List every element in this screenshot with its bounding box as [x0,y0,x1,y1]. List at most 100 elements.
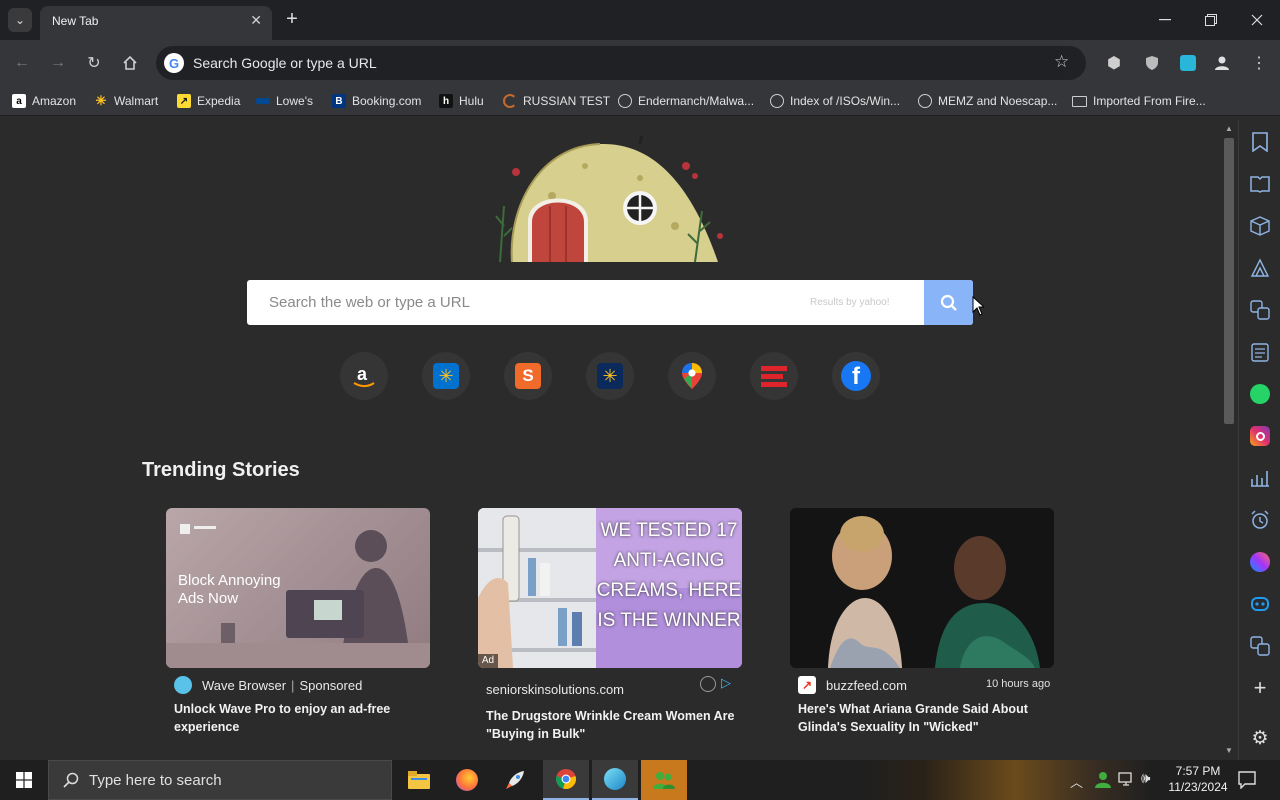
address-bar[interactable]: G Search Google or type a URL ☆ [156,46,1086,80]
translate-icon[interactable] [1248,298,1272,322]
story-image-text: WE TESTED 17 ANTI-AGING CREAMS, HERE IS … [596,520,742,631]
network-icon[interactable] [1118,771,1136,792]
add-sidebar-app-icon[interactable]: + [1248,675,1272,700]
wave-browser-icon [174,676,192,694]
tab-strip: ⌄ New Tab ✕ + [0,0,1280,40]
scroll-up-icon[interactable]: ▲ [1225,124,1233,133]
bookmark-expedia[interactable]: ↗ Expedia [177,92,240,110]
notes-icon[interactable] [1248,340,1272,364]
ad-label: Ad [478,654,498,668]
wave-browser-icon [604,768,626,790]
taskbar-search-box[interactable]: Type here to search [48,760,392,800]
forward-arrow-icon: → [50,54,66,71]
shortcut-google-maps[interactable] [668,352,716,400]
bookmark-booking[interactable]: B Booking.com [332,92,421,110]
whatsapp-icon[interactable] [1248,382,1272,406]
taskbar-file-explorer[interactable] [396,760,442,800]
reload-button[interactable]: ↻ [81,50,107,76]
shortcut-walmart[interactable]: ✳ [422,352,470,400]
close-window-button[interactable] [1234,0,1280,40]
story-card[interactable]: Block Annoying Ads Now Wave Browser | Sp… [166,508,430,758]
menu-kebab-icon[interactable]: ⋮ [1246,50,1272,76]
show-hidden-icons-chevron-icon[interactable]: ︿ [1070,772,1083,791]
story-source: Wave Browser | Sponsored [174,676,362,694]
security-shield-icon[interactable] [1139,50,1165,76]
taskbar-rocket-app[interactable] [492,760,538,800]
extension-app-icon[interactable] [1175,50,1201,76]
search-button[interactable] [924,280,973,325]
swagbucks-icon: S [515,363,541,389]
clock-time: 7:57 PM [1175,764,1221,778]
shortcut-amazon[interactable]: a [340,352,388,400]
travel-icon[interactable] [1248,256,1272,280]
stats-chart-icon[interactable] [1248,466,1272,490]
scroll-thumb[interactable] [1224,138,1234,424]
scroll-down-icon[interactable]: ▼ [1225,746,1233,755]
taskbar-clock[interactable]: 7:57 PM 11/23/2024 [1164,763,1232,795]
folder-icon [408,771,430,789]
story-source: ↗ buzzfeed.com [798,676,907,694]
shortcut-walmart-2[interactable]: ✳ [586,352,634,400]
taskbar-wave-browser[interactable] [592,760,638,800]
translate-app-icon[interactable] [1248,634,1272,658]
bookmark-memz[interactable]: MEMZ and Noescap... [918,92,1057,110]
story-card[interactable]: ↗ buzzfeed.com 10 hours ago Here's What … [790,508,1054,758]
notifications-icon[interactable] [1238,771,1256,794]
reading-list-icon[interactable] [1248,172,1272,196]
taskbar-firefox[interactable] [444,760,490,800]
bookmark-lowes[interactable]: Lowe's [256,92,313,110]
tab-new-tab[interactable]: New Tab ✕ [40,6,272,40]
settings-gear-icon[interactable]: ⚙ [1248,726,1272,750]
start-button[interactable] [0,760,48,800]
google-icon: G [164,53,184,73]
lowes-icon [256,98,270,104]
shortcut-swagbucks[interactable]: S [504,352,552,400]
bookmarks-panel-icon[interactable] [1248,130,1272,154]
story-title[interactable]: Here's What Ariana Grande Said About Gli… [798,700,1048,736]
bookmark-star-icon[interactable]: ☆ [1054,52,1069,72]
instagram-icon[interactable] [1248,424,1272,448]
hobbit-house-doodle[interactable] [490,136,730,264]
taskbar-chrome[interactable] [543,760,589,800]
amazon-icon: a [12,94,26,108]
story-image[interactable] [790,508,1054,668]
story-title[interactable]: The Drugstore Wrinkle Cream Women Are "B… [486,707,736,743]
story-card[interactable]: WE TESTED 17 ANTI-AGING CREAMS, HERE IS … [478,508,742,758]
bookmark-amazon[interactable]: a Amazon [12,92,76,110]
address-bar-placeholder: Search Google or type a URL [193,55,377,71]
bookmark-index-isos[interactable]: Index of /ISOs/Win... [770,92,900,110]
alarm-icon[interactable] [1248,508,1272,532]
ai-bot-icon[interactable] [1248,592,1272,616]
story-title[interactable]: Unlock Wave Pro to enjoy an ad-free expe… [174,700,424,736]
shortcut-facebook[interactable]: f [832,352,880,400]
bookmark-walmart[interactable]: ✳ Walmart [94,92,159,110]
bookmark-folder-imported[interactable]: Imported From Fire... [1072,92,1206,110]
back-button[interactable]: ← [9,50,35,76]
volume-icon[interactable]: 🕪 [1141,770,1150,787]
tray-user-icon[interactable] [1094,771,1112,794]
mouse-cursor-icon [972,296,984,316]
bookmark-endermanch[interactable]: Endermanch/Malwa... [618,92,754,110]
adchoices-triangle-icon[interactable]: ▷ [721,675,731,691]
search-icon [63,772,79,788]
web-search-box: Results by yahoo! [247,280,973,325]
page-scrollbar[interactable]: ▲ ▼ [1222,120,1238,760]
taskbar-people-app[interactable] [641,760,687,800]
bookmark-russian-test[interactable]: RUSSIAN TEST [503,92,610,110]
package-icon[interactable] [1248,214,1272,238]
shortcut-espn[interactable] [750,352,798,400]
home-button[interactable] [117,50,143,76]
story-image[interactable]: Block Annoying Ads Now [166,508,430,668]
messenger-icon[interactable] [1248,550,1272,574]
profile-icon[interactable] [1209,50,1235,76]
bookmark-hulu[interactable]: h Hulu [439,92,484,110]
extension-shield-icon[interactable]: ⬢ [1101,50,1127,76]
close-tab-icon[interactable]: ✕ [250,12,262,29]
minimize-button[interactable] [1142,0,1188,40]
new-tab-button[interactable]: + [281,8,303,32]
restore-button[interactable] [1188,0,1234,40]
forward-button[interactable]: → [45,50,71,76]
story-image[interactable]: WE TESTED 17 ANTI-AGING CREAMS, HERE IS … [478,508,742,668]
adchoices-icon[interactable] [700,676,716,692]
tab-search-button[interactable]: ⌄ [8,8,32,32]
